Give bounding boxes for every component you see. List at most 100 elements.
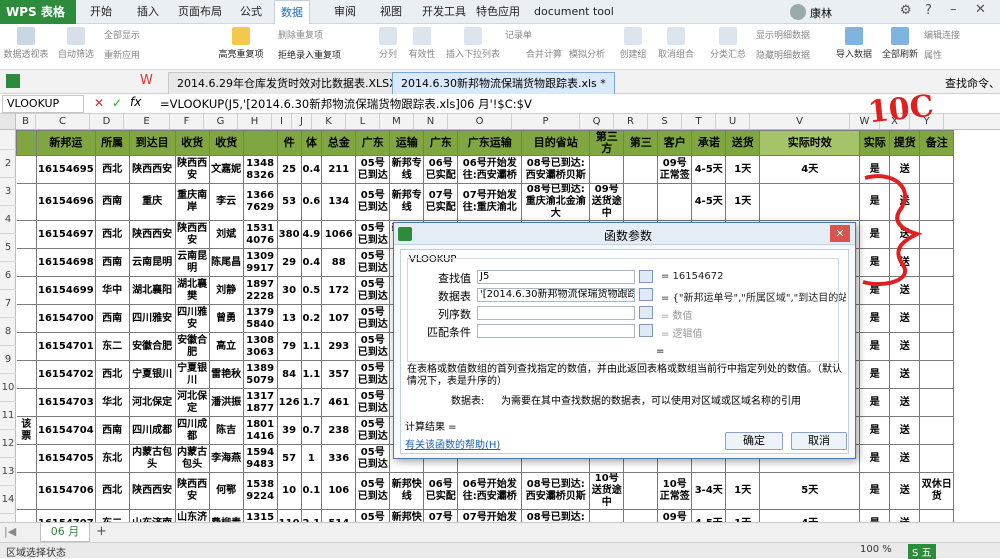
tab-document-tool[interactable]: document tool bbox=[528, 0, 620, 24]
table-cell[interactable]: 06号开始发往:西安灞桥 bbox=[457, 472, 523, 510]
table-cell[interactable]: 16154700 bbox=[36, 304, 96, 333]
header-cell[interactable]: 第三方 bbox=[589, 130, 625, 156]
column-header[interactable]: D bbox=[90, 114, 124, 130]
lookup-value-input[interactable]: J5 bbox=[477, 270, 635, 284]
header-cell[interactable]: 收货 bbox=[208, 130, 244, 156]
table-cell[interactable]: 79 bbox=[276, 332, 302, 361]
group-button[interactable]: 创建组 bbox=[615, 24, 651, 70]
table-cell[interactable] bbox=[919, 388, 955, 417]
table-cell[interactable]: 0.7 bbox=[300, 416, 323, 445]
table-cell[interactable] bbox=[919, 444, 955, 473]
table-cell[interactable]: 53 bbox=[276, 183, 302, 221]
column-header[interactable]: U bbox=[716, 114, 750, 130]
table-cell[interactable] bbox=[16, 183, 37, 221]
file-icon[interactable] bbox=[6, 74, 20, 88]
table-cell[interactable]: 461 bbox=[321, 388, 357, 417]
table-cell[interactable]: 30 bbox=[276, 276, 302, 305]
table-cell[interactable]: 1897 2228 bbox=[242, 276, 278, 305]
add-sheet-icon[interactable]: + bbox=[96, 524, 107, 539]
table-cell[interactable]: 29 bbox=[276, 248, 302, 277]
tab-formula[interactable]: 公式 bbox=[234, 0, 268, 24]
column-header[interactable]: Q bbox=[580, 114, 614, 130]
table-cell[interactable]: 宁夏银川 bbox=[174, 360, 210, 389]
column-header[interactable]: H bbox=[238, 114, 272, 130]
table-cell[interactable]: 何鄂 bbox=[208, 472, 244, 510]
table-cell[interactable]: 送 bbox=[889, 444, 921, 473]
table-cell[interactable]: 0.5 bbox=[300, 276, 323, 305]
table-cell[interactable]: 1379 5840 bbox=[242, 304, 278, 333]
table-cell[interactable]: 1066 bbox=[321, 220, 357, 249]
table-cell[interactable] bbox=[16, 444, 37, 473]
table-cell[interactable]: 1594 9483 bbox=[242, 444, 278, 473]
table-cell[interactable]: 送 bbox=[889, 388, 921, 417]
table-cell[interactable]: 西南 bbox=[94, 304, 130, 333]
table-cell[interactable]: 05号已到达 bbox=[355, 155, 391, 184]
ok-button[interactable]: 确定 bbox=[725, 432, 783, 450]
header-cell[interactable]: 实际 bbox=[859, 130, 891, 156]
minimize-icon[interactable]: – bbox=[950, 2, 957, 17]
table-cell[interactable]: 1天 bbox=[725, 472, 761, 510]
table-cell[interactable]: 曾勇 bbox=[208, 304, 244, 333]
row-header[interactable]: 11 bbox=[0, 402, 16, 430]
table-cell[interactable]: 西北 bbox=[94, 220, 130, 249]
table-cell[interactable]: 05号已到达 bbox=[355, 388, 391, 417]
avatar[interactable] bbox=[790, 4, 806, 20]
confirm-formula-icon[interactable]: ✓ bbox=[112, 96, 122, 110]
header-cell[interactable]: 承诺 bbox=[691, 130, 727, 156]
table-cell[interactable]: 陕西西安 bbox=[128, 220, 176, 249]
input-method-icon[interactable]: S 五 bbox=[908, 544, 936, 559]
column-header[interactable]: V bbox=[750, 114, 850, 130]
table-cell[interactable]: 05号已到达 bbox=[355, 332, 391, 361]
table-cell[interactable]: 10号送货途中 bbox=[589, 472, 625, 510]
table-cell[interactable]: 514 bbox=[321, 509, 357, 522]
table-cell[interactable]: 16154705 bbox=[36, 444, 96, 473]
table-cell[interactable]: 238 bbox=[321, 416, 357, 445]
table-cell[interactable]: 李云 bbox=[208, 183, 244, 221]
user-name[interactable]: 康林 bbox=[810, 5, 832, 21]
table-cell[interactable]: 是 bbox=[859, 388, 891, 417]
column-header[interactable]: C bbox=[36, 114, 90, 130]
text-to-columns-button[interactable]: 分列 bbox=[372, 24, 404, 70]
table-cell[interactable] bbox=[919, 416, 955, 445]
row-header[interactable]: 12 bbox=[0, 430, 16, 458]
table-cell[interactable] bbox=[759, 183, 861, 221]
table-cell[interactable]: 16154703 bbox=[36, 388, 96, 417]
table-cell[interactable] bbox=[657, 183, 693, 221]
refresh-all-button[interactable]: 全部刷新 bbox=[880, 24, 920, 70]
doc-tab-1[interactable]: 2014.6.29年仓库发货时效对比数据表.XLSX * bbox=[168, 72, 415, 94]
table-cell[interactable]: 3-4天 bbox=[691, 472, 727, 510]
col-index-input[interactable] bbox=[477, 306, 635, 320]
row-header[interactable]: 14 bbox=[0, 486, 16, 514]
table-cell[interactable]: 10号正常签 bbox=[657, 472, 693, 510]
table-cell[interactable]: 293 bbox=[321, 332, 357, 361]
table-cell[interactable]: 送 bbox=[889, 472, 921, 510]
table-cell[interactable]: 1366 7629 bbox=[242, 183, 278, 221]
table-cell[interactable]: 16154701 bbox=[36, 332, 96, 361]
table-cell[interactable]: 新邦专线 bbox=[389, 155, 425, 184]
table-cell[interactable]: 高立 bbox=[208, 332, 244, 361]
table-cell[interactable]: 湖北襄樊 bbox=[174, 276, 210, 305]
table-cell[interactable]: 华北 bbox=[94, 388, 130, 417]
table-cell[interactable]: 1308 3063 bbox=[242, 332, 278, 361]
table-cell[interactable]: 09号送货途中 bbox=[589, 183, 625, 221]
header-cell[interactable]: 广东 bbox=[355, 130, 391, 156]
column-header[interactable]: J bbox=[292, 114, 312, 130]
table-cell[interactable]: 134 bbox=[321, 183, 357, 221]
table-cell[interactable]: 四川雅安 bbox=[174, 304, 210, 333]
table-cell[interactable]: 13 bbox=[276, 304, 302, 333]
table-cell[interactable]: 是 bbox=[859, 444, 891, 473]
range-picker-icon[interactable] bbox=[639, 270, 653, 283]
table-cell[interactable]: 16154702 bbox=[36, 360, 96, 389]
table-cell[interactable]: 4.9 bbox=[300, 220, 323, 249]
table-cell[interactable]: 雷艳秋 bbox=[208, 360, 244, 389]
table-cell[interactable]: 88 bbox=[321, 248, 357, 277]
table-cell[interactable]: 安徽合肥 bbox=[174, 332, 210, 361]
what-if-button[interactable]: 模拟分析 bbox=[566, 24, 608, 70]
table-cell[interactable]: 05号已到达 bbox=[355, 360, 391, 389]
header-cell[interactable]: 总金 bbox=[321, 130, 357, 156]
table-cell[interactable]: 1538 9224 bbox=[242, 472, 278, 510]
table-cell[interactable]: 08号已到达:重庆渝北金渝大 bbox=[521, 183, 591, 221]
table-cell[interactable]: 39 bbox=[276, 416, 302, 445]
highlight-duplicates-button[interactable]: 高亮重复项 bbox=[212, 24, 270, 70]
tab-insert[interactable]: 插入 bbox=[131, 0, 165, 24]
